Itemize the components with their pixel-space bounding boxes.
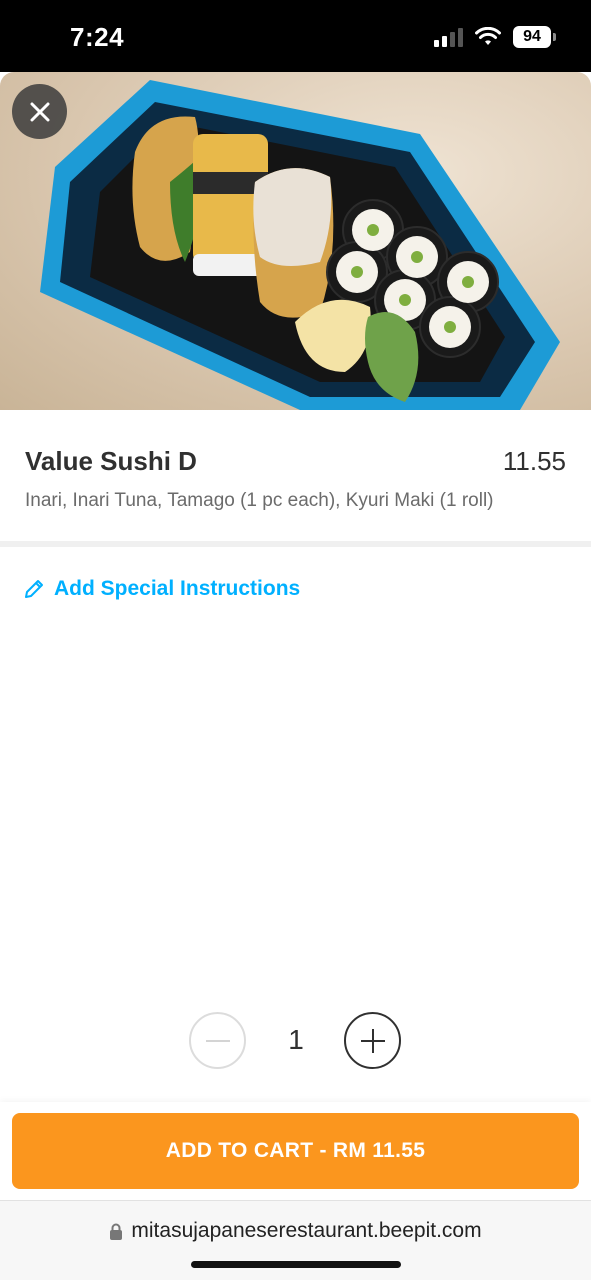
add-special-instructions-label: Add Special Instructions (54, 577, 301, 600)
decrease-quantity-button[interactable] (189, 1012, 246, 1069)
quantity-value: 1 (288, 1024, 304, 1055)
wifi-icon (475, 27, 501, 45)
browser-url-bar[interactable]: mitasujapaneserestaurant.beepit.com (0, 1200, 591, 1280)
battery-indicator: 94 (513, 26, 556, 48)
close-button[interactable] (12, 84, 67, 139)
section-divider (0, 541, 591, 547)
url-text: mitasujapaneserestaurant.beepit.com (131, 1219, 482, 1242)
minus-icon (205, 1039, 230, 1042)
status-bar: 7:24 94 (0, 0, 591, 72)
add-special-instructions-button[interactable]: Add Special Instructions (22, 577, 300, 601)
status-time: 7:24 (70, 22, 125, 52)
sushi-platter-illustration (40, 80, 560, 410)
url-display: mitasujapaneserestaurant.beepit.com (0, 1219, 591, 1243)
product-image (0, 72, 591, 410)
increase-quantity-button[interactable] (344, 1012, 401, 1069)
product-name: Value Sushi D (25, 446, 197, 476)
product-price: 11.55 (502, 446, 566, 476)
status-icons: 94 (434, 26, 556, 48)
home-indicator (191, 1261, 401, 1268)
lock-icon (110, 1223, 123, 1240)
product-sheet: Value Sushi D 11.55 Inari, Inari Tuna, T… (0, 72, 591, 1280)
product-description: Inari, Inari Tuna, Tamago (1 pc each), K… (25, 490, 494, 511)
quantity-stepper: 1 (0, 1012, 591, 1072)
product-info: Value Sushi D 11.55 Inari, Inari Tuna, T… (0, 410, 591, 541)
plus-icon (360, 1028, 385, 1053)
add-to-cart-button[interactable]: ADD TO CART - RM 11.55 (12, 1113, 579, 1189)
pencil-icon (25, 580, 43, 598)
close-icon (30, 102, 49, 121)
cellular-signal-icon (434, 27, 463, 47)
cart-footer: ADD TO CART - RM 11.55 (0, 1102, 591, 1202)
